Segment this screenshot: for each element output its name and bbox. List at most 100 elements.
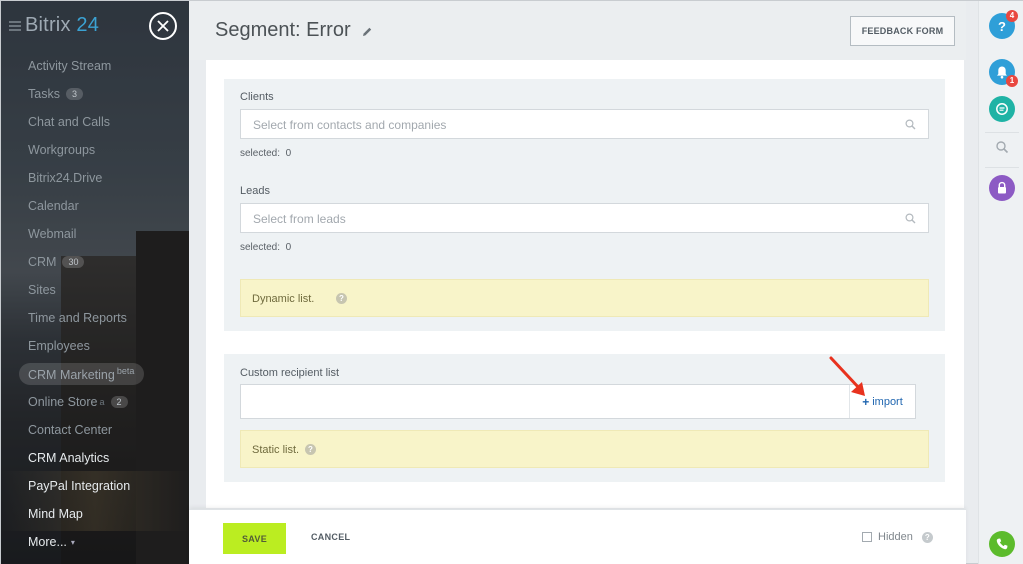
- counter-badge: 30: [62, 256, 85, 268]
- sidebar-item-crm-marketing[interactable]: CRM Marketing beta: [1, 360, 189, 388]
- sidebar-menu: Activity Stream Tasks 3 Chat and Calls Wo…: [1, 52, 189, 556]
- selected-value: 0: [285, 148, 292, 159]
- close-button[interactable]: [149, 12, 177, 40]
- sidebar-item-drive[interactable]: Bitrix24.Drive: [1, 164, 189, 192]
- leads-placeholder: Select from leads: [253, 212, 346, 226]
- sidebar-item-label: Tasks: [28, 87, 60, 101]
- sidebar-item-tasks[interactable]: Tasks 3: [1, 80, 189, 108]
- sidebar-item-employees[interactable]: Employees: [1, 332, 189, 360]
- sidebar-item-label: Online Store: [28, 395, 98, 409]
- separator: [985, 167, 1019, 168]
- hidden-toggle[interactable]: Hidden ?: [862, 531, 933, 543]
- logo[interactable]: Bitrix 24: [9, 14, 99, 37]
- sidebar-item-label: Calendar: [28, 199, 79, 213]
- chevron-down-icon: ▾: [70, 537, 75, 547]
- sidebar-item-chat[interactable]: Chat and Calls: [1, 108, 189, 136]
- clients-selected-count: selected: 0: [240, 148, 291, 159]
- sidebar-item-paypal[interactable]: PayPal Integration: [1, 472, 189, 500]
- sidebar-item-label: Webmail: [28, 227, 77, 241]
- logo-prefix: Bitrix: [25, 14, 71, 36]
- help-icon[interactable]: ?: [305, 444, 316, 455]
- lock-button[interactable]: [989, 175, 1015, 201]
- sidebar-item-activity-stream[interactable]: Activity Stream: [1, 52, 189, 80]
- sidebar-item-more[interactable]: More... ▾: [1, 528, 189, 556]
- save-button[interactable]: SAVE: [223, 523, 286, 554]
- notifications-button[interactable]: 1: [989, 59, 1018, 87]
- sidebar-item-label: CRM: [28, 255, 57, 269]
- sidebar-item-time-reports[interactable]: Time and Reports: [1, 304, 189, 332]
- help-icon[interactable]: ?: [336, 293, 347, 304]
- sidebar-item-label: Contact Center: [28, 423, 113, 437]
- separator: [985, 132, 1019, 133]
- pencil-icon[interactable]: [361, 26, 373, 38]
- active-pill: CRM Marketing beta: [19, 362, 145, 386]
- sidebar-item-online-store[interactable]: Online Store a 2: [1, 388, 189, 416]
- sidebar-item-label: Time and Reports: [28, 311, 127, 325]
- sidebar-item-calendar[interactable]: Calendar: [1, 192, 189, 220]
- sidebar-item-label: Activity Stream: [28, 59, 112, 73]
- search-icon: [905, 213, 916, 224]
- cancel-button[interactable]: CANCEL: [311, 532, 350, 542]
- call-button[interactable]: [989, 531, 1015, 557]
- page-title: Segment: Error: [215, 19, 351, 41]
- hidden-checkbox[interactable]: [862, 532, 872, 542]
- beta-tag: beta: [116, 365, 135, 376]
- sidebar-item-contact-center[interactable]: Contact Center: [1, 416, 189, 444]
- selected-value: 0: [285, 242, 292, 253]
- right-toolbar: ? 4 1: [978, 1, 1023, 564]
- sidebar-item-crm-analytics[interactable]: CRM Analytics: [1, 444, 189, 472]
- notifications-badge: 1: [1006, 75, 1018, 87]
- search-button[interactable]: [989, 134, 1015, 160]
- dynamic-list-note: Dynamic list. ?: [240, 279, 929, 317]
- sidebar-item-sites[interactable]: Sites: [1, 276, 189, 304]
- counter-badge: 2: [110, 396, 128, 408]
- custom-recipient-field[interactable]: + import: [240, 384, 916, 419]
- sidebar-item-label: Bitrix24.Drive: [28, 171, 103, 185]
- sidebar-item-label: Sites: [28, 283, 56, 297]
- static-list-text: Static list.: [252, 444, 300, 456]
- sidebar-item-workgroups[interactable]: Workgroups: [1, 136, 189, 164]
- form-footer: SAVE CANCEL Hidden ?: [189, 509, 966, 564]
- leads-label: Leads: [240, 185, 270, 197]
- help-button[interactable]: ? 4: [989, 10, 1018, 39]
- leads-search-field[interactable]: Select from leads: [240, 203, 929, 233]
- close-icon: [157, 20, 169, 32]
- counter-badge: 3: [65, 88, 83, 100]
- sidebar-item-crm[interactable]: CRM 30: [1, 248, 189, 276]
- sidebar-item-mind-map[interactable]: Mind Map: [1, 500, 189, 528]
- feedback-form-button[interactable]: FEEDBACK FORM: [850, 16, 955, 46]
- sidebar-item-label: Employees: [28, 339, 90, 353]
- sidebar-item-label: CRM Analytics: [28, 451, 110, 465]
- sidebar-item-label: Mind Map: [28, 507, 83, 521]
- sidebar-item-label: PayPal Integration: [28, 479, 131, 493]
- custom-recipient-label: Custom recipient list: [240, 367, 340, 379]
- dynamic-recipients-section: Clients Select from contacts and compani…: [224, 79, 945, 331]
- clients-placeholder: Select from contacts and companies: [253, 118, 447, 132]
- clients-label: Clients: [240, 91, 274, 103]
- dynamic-list-text: Dynamic list.: [252, 293, 315, 305]
- logo-text: Bitrix 24: [25, 14, 99, 37]
- sidebar-item-label: More...: [28, 535, 67, 549]
- question-icon: ?: [998, 18, 1006, 34]
- hidden-label: Hidden: [878, 531, 913, 543]
- chat-icon: [996, 103, 1008, 115]
- left-sidebar: Bitrix 24 Activity Stream Tasks 3 Chat an…: [1, 1, 189, 564]
- leads-selected-count: selected: 0: [240, 242, 291, 253]
- sidebar-item-label: Chat and Calls: [28, 115, 110, 129]
- lock-icon: [998, 181, 1006, 194]
- phone-icon: [996, 538, 1008, 550]
- open-lines-button[interactable]: [989, 96, 1015, 122]
- sidebar-item-label: CRM Marketing: [28, 368, 115, 383]
- menu-icon[interactable]: [9, 20, 21, 31]
- search-icon: [905, 119, 916, 130]
- help-icon[interactable]: ?: [921, 531, 933, 543]
- red-arrow-annotation: [829, 356, 865, 396]
- selected-label: selected:: [240, 242, 281, 253]
- sidebar-item-label: Workgroups: [28, 143, 96, 157]
- help-badge: 4: [1006, 10, 1018, 22]
- clients-search-field[interactable]: Select from contacts and companies: [240, 109, 929, 139]
- store-tag: a: [99, 397, 105, 407]
- sidebar-item-webmail[interactable]: Webmail: [1, 220, 189, 248]
- segment-form: Clients Select from contacts and compani…: [206, 60, 964, 508]
- selected-label: selected:: [240, 148, 281, 159]
